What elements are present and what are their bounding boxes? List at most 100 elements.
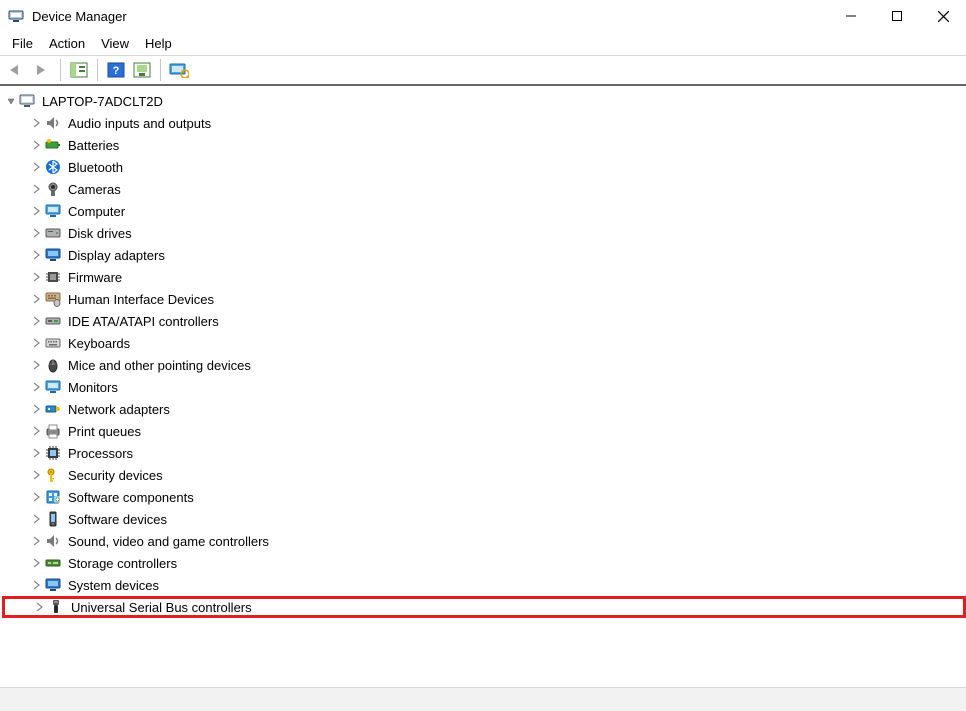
- toolbar-separator: [160, 59, 161, 81]
- tree-item-firmware[interactable]: Firmware: [2, 266, 966, 288]
- tree-item-batteries[interactable]: Batteries: [2, 134, 966, 156]
- tree-item-label[interactable]: Print queues: [68, 424, 141, 439]
- chevron-down-icon[interactable]: [4, 94, 18, 108]
- tree-item-label[interactable]: Batteries: [68, 138, 119, 153]
- back-button[interactable]: [4, 58, 28, 82]
- tree-item-label[interactable]: Software devices: [68, 512, 167, 527]
- tree-item-universal-serial-bus-controllers[interactable]: Universal Serial Bus controllers: [2, 596, 966, 618]
- tree-item-label[interactable]: Network adapters: [68, 402, 170, 417]
- chevron-right-icon[interactable]: [30, 314, 44, 328]
- tree-item-bluetooth[interactable]: Bluetooth: [2, 156, 966, 178]
- chevron-right-icon[interactable]: [30, 534, 44, 548]
- tree-item-monitors[interactable]: Monitors: [2, 376, 966, 398]
- tree-root-label[interactable]: LAPTOP-7ADCLT2D: [42, 94, 163, 109]
- tree-item-software-devices[interactable]: Software devices: [2, 508, 966, 530]
- tree-item-label[interactable]: Disk drives: [68, 226, 132, 241]
- chevron-right-icon[interactable]: [30, 424, 44, 438]
- help-button[interactable]: ?: [104, 58, 128, 82]
- chevron-right-icon[interactable]: [30, 160, 44, 174]
- firmware-icon: [44, 268, 62, 286]
- tree-item-label[interactable]: Software components: [68, 490, 194, 505]
- tree-item-display-adapters[interactable]: Display adapters: [2, 244, 966, 266]
- chevron-right-icon[interactable]: [30, 380, 44, 394]
- tree-item-sound-video-and-game-controllers[interactable]: Sound, video and game controllers: [2, 530, 966, 552]
- keyboards-icon: [44, 334, 62, 352]
- human-interface-devices-icon: [44, 290, 62, 308]
- menu-action[interactable]: Action: [43, 34, 95, 53]
- tree-item-label[interactable]: Human Interface Devices: [68, 292, 214, 307]
- tree-item-label[interactable]: Sound, video and game controllers: [68, 534, 269, 549]
- tree-item-network-adapters[interactable]: Network adapters: [2, 398, 966, 420]
- tree-root[interactable]: LAPTOP-7ADCLT2D: [2, 90, 966, 112]
- chevron-right-icon[interactable]: [30, 226, 44, 240]
- chevron-right-icon[interactable]: [30, 446, 44, 460]
- toolbar: ?: [0, 56, 966, 86]
- chevron-right-icon[interactable]: [30, 336, 44, 350]
- chevron-right-icon[interactable]: [30, 270, 44, 284]
- tree-item-label[interactable]: Processors: [68, 446, 133, 461]
- chevron-right-icon[interactable]: [30, 204, 44, 218]
- chevron-right-icon[interactable]: [30, 578, 44, 592]
- tree-item-storage-controllers[interactable]: Storage controllers: [2, 552, 966, 574]
- batteries-icon: [44, 136, 62, 154]
- chevron-right-icon[interactable]: [30, 248, 44, 262]
- chevron-right-icon[interactable]: [33, 600, 47, 614]
- tree-item-label[interactable]: Cameras: [68, 182, 121, 197]
- chevron-right-icon[interactable]: [30, 468, 44, 482]
- system-devices-icon: [44, 576, 62, 594]
- show-hide-tree-button[interactable]: [67, 58, 91, 82]
- bluetooth-icon: [44, 158, 62, 176]
- forward-button[interactable]: [30, 58, 54, 82]
- tree-item-label[interactable]: Keyboards: [68, 336, 130, 351]
- menu-help[interactable]: Help: [139, 34, 182, 53]
- tree-item-label[interactable]: Firmware: [68, 270, 122, 285]
- tree-item-label[interactable]: Security devices: [68, 468, 163, 483]
- tree-item-label[interactable]: Audio inputs and outputs: [68, 116, 211, 131]
- chevron-right-icon[interactable]: [30, 556, 44, 570]
- tree-item-cameras[interactable]: Cameras: [2, 178, 966, 200]
- tree-item-processors[interactable]: Processors: [2, 442, 966, 464]
- tree-item-human-interface-devices[interactable]: Human Interface Devices: [2, 288, 966, 310]
- chevron-right-icon[interactable]: [30, 402, 44, 416]
- tree-item-label[interactable]: Computer: [68, 204, 125, 219]
- close-button[interactable]: [920, 0, 966, 32]
- chevron-right-icon[interactable]: [30, 138, 44, 152]
- tree-item-label[interactable]: Bluetooth: [68, 160, 123, 175]
- scan-hardware-button[interactable]: [130, 58, 154, 82]
- tree-item-print-queues[interactable]: Print queues: [2, 420, 966, 442]
- chevron-right-icon[interactable]: [30, 490, 44, 504]
- minimize-button[interactable]: [828, 0, 874, 32]
- chevron-right-icon[interactable]: [30, 182, 44, 196]
- device-properties-button[interactable]: [167, 58, 191, 82]
- menu-view[interactable]: View: [95, 34, 139, 53]
- tree-item-label[interactable]: Storage controllers: [68, 556, 177, 571]
- tree-item-label[interactable]: IDE ATA/ATAPI controllers: [68, 314, 219, 329]
- tree-item-security-devices[interactable]: Security devices: [2, 464, 966, 486]
- maximize-button[interactable]: [874, 0, 920, 32]
- tree-item-audio-inputs-and-outputs[interactable]: Audio inputs and outputs: [2, 112, 966, 134]
- tree-item-disk-drives[interactable]: Disk drives: [2, 222, 966, 244]
- computer-icon: [18, 92, 36, 110]
- device-tree[interactable]: LAPTOP-7ADCLT2D Audio inputs and outputs…: [0, 86, 966, 687]
- processors-icon: [44, 444, 62, 462]
- titlebar: Device Manager: [0, 0, 966, 32]
- tree-item-label[interactable]: Monitors: [68, 380, 118, 395]
- menu-file[interactable]: File: [6, 34, 43, 53]
- chevron-right-icon[interactable]: [30, 292, 44, 306]
- chevron-right-icon[interactable]: [30, 358, 44, 372]
- tree-item-ide-ata-atapi-controllers[interactable]: IDE ATA/ATAPI controllers: [2, 310, 966, 332]
- tree-item-mice-and-other-pointing-devices[interactable]: Mice and other pointing devices: [2, 354, 966, 376]
- chevron-right-icon[interactable]: [30, 116, 44, 130]
- tree-item-computer[interactable]: Computer: [2, 200, 966, 222]
- chevron-right-icon[interactable]: [30, 512, 44, 526]
- sound-video-and-game-controllers-icon: [44, 532, 62, 550]
- tree-item-system-devices[interactable]: System devices: [2, 574, 966, 596]
- audio-inputs-and-outputs-icon: [44, 114, 62, 132]
- tree-item-label[interactable]: Mice and other pointing devices: [68, 358, 251, 373]
- tree-item-software-components[interactable]: Software components: [2, 486, 966, 508]
- print-queues-icon: [44, 422, 62, 440]
- tree-item-label[interactable]: System devices: [68, 578, 159, 593]
- tree-item-label[interactable]: Universal Serial Bus controllers: [71, 600, 252, 615]
- tree-item-keyboards[interactable]: Keyboards: [2, 332, 966, 354]
- tree-item-label[interactable]: Display adapters: [68, 248, 165, 263]
